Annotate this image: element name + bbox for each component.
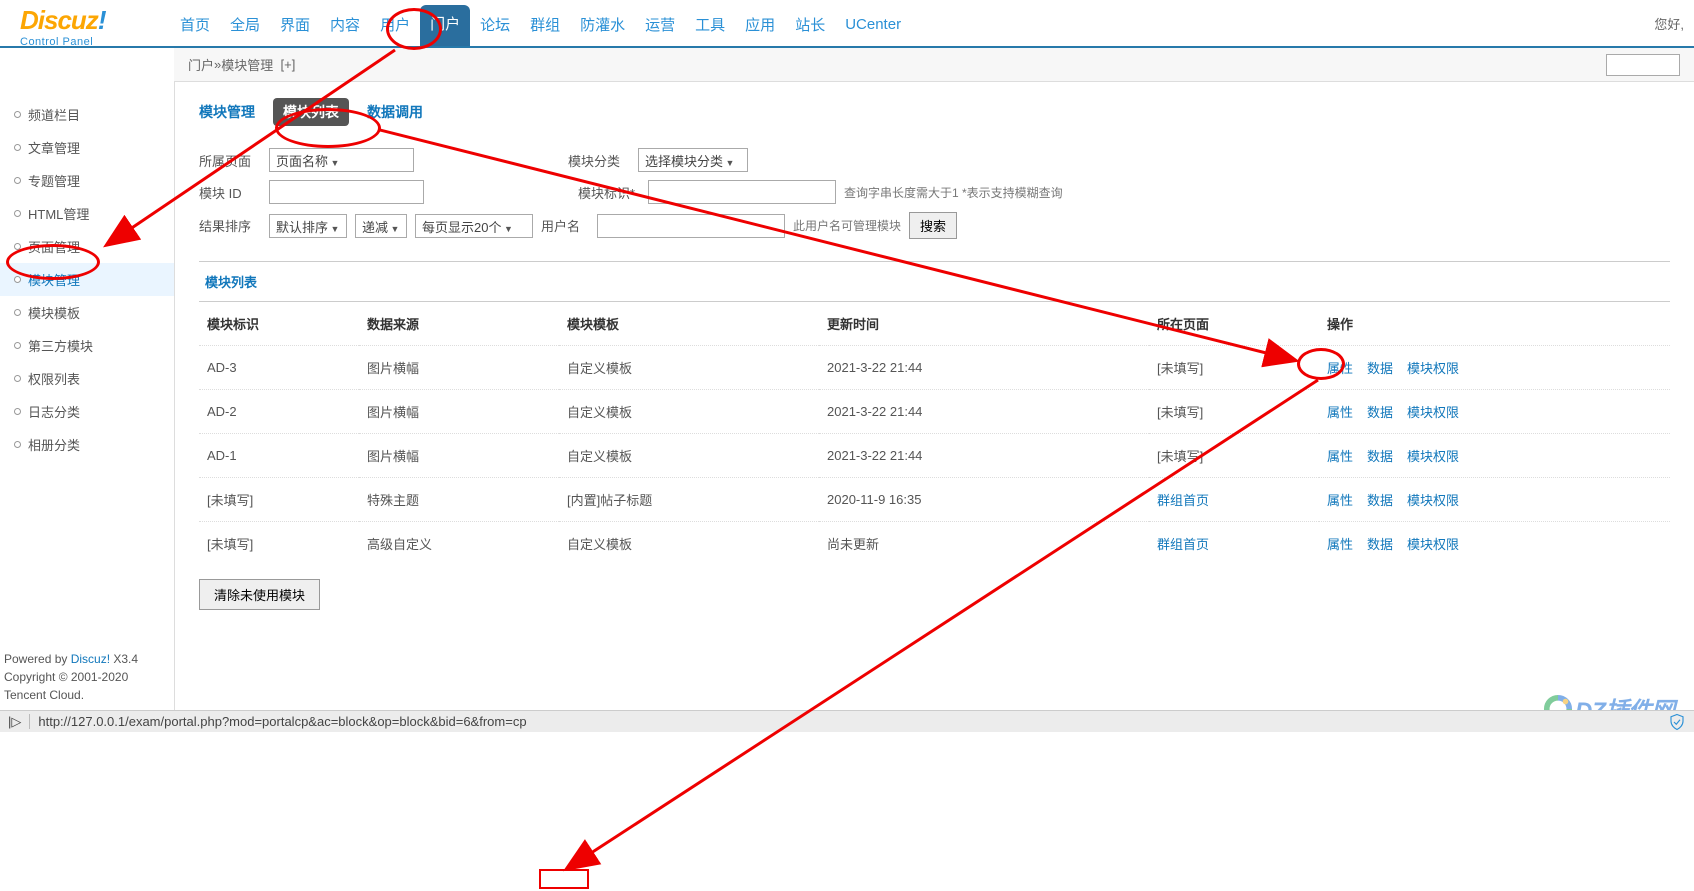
tab-1[interactable]: 模块列表 — [273, 98, 349, 126]
nav-item-0[interactable]: 首页 — [170, 0, 220, 47]
module-tag-input[interactable] — [648, 180, 836, 204]
main-panel: 模块管理模块列表数据调用 所属页面 页面名称 模块分类 选择模块分类 模块 ID… — [174, 82, 1694, 732]
logo-subtitle: Control Panel — [20, 36, 170, 48]
sidebar-item-8[interactable]: 权限列表 — [0, 362, 174, 395]
top-nav: Discuz! Control Panel 首页全局界面内容用户门户论坛群组防灌… — [0, 0, 1694, 48]
filter-sort-label: 结果排序 — [199, 216, 261, 235]
top-search-input[interactable] — [1606, 54, 1680, 76]
op-permission[interactable]: 模块权限 — [1407, 361, 1459, 376]
nav-item-12[interactable]: 站长 — [785, 0, 835, 47]
filter-user-label: 用户名 — [541, 216, 589, 235]
tab-0[interactable]: 模块管理 — [199, 102, 255, 122]
category-select[interactable]: 选择模块分类 — [638, 148, 748, 172]
nav-item-6[interactable]: 论坛 — [470, 0, 520, 47]
footer: Powered by Discuz! X3.4 Copyright © 2001… — [4, 650, 138, 704]
op-properties[interactable]: 属性 — [1327, 493, 1353, 508]
statusbar-arrow-icon: |▷ — [8, 714, 21, 730]
sidebar: 频道栏目文章管理专题管理HTML管理页面管理模块管理模块模板第三方模块权限列表日… — [0, 82, 174, 732]
op-properties[interactable]: 属性 — [1327, 449, 1353, 464]
breadcrumb-plus[interactable]: [+] — [281, 57, 296, 72]
table-row: [未填写]特殊主题[内置]帖子标题2020-11-9 16:35群组首页属性数据… — [199, 478, 1670, 522]
tabs: 模块管理模块列表数据调用 — [199, 98, 1670, 126]
breadcrumb-a[interactable]: 门户 — [188, 55, 214, 74]
table-row: [未填写]高级自定义自定义模板尚未更新群组首页属性数据模块权限 — [199, 522, 1670, 566]
sidebar-item-2[interactable]: 专题管理 — [0, 164, 174, 197]
sidebar-item-0[interactable]: 频道栏目 — [0, 98, 174, 131]
sort-dir-select[interactable]: 递减 — [355, 214, 407, 238]
status-bar: |▷ http://127.0.0.1/exam/portal.php?mod=… — [0, 710, 1694, 732]
table-header: 操作 — [1319, 302, 1670, 346]
op-properties[interactable]: 属性 — [1327, 361, 1353, 376]
table-row: AD-3图片横幅自定义模板2021-3-22 21:44[未填写]属性数据模块权… — [199, 346, 1670, 390]
statusbar-url: http://127.0.0.1/exam/portal.php?mod=por… — [29, 714, 526, 729]
nav-items: 首页全局界面内容用户门户论坛群组防灌水运营工具应用站长UCenter — [170, 0, 911, 47]
op-properties[interactable]: 属性 — [1327, 405, 1353, 420]
nav-item-8[interactable]: 防灌水 — [570, 0, 635, 47]
nav-item-4[interactable]: 用户 — [370, 0, 420, 47]
tag-hint: 查询字串长度需大于1 *表示支持模糊查询 — [844, 184, 1063, 201]
nav-item-3[interactable]: 内容 — [320, 0, 370, 47]
sidebar-item-6[interactable]: 模块模板 — [0, 296, 174, 329]
sidebar-item-10[interactable]: 相册分类 — [0, 428, 174, 461]
nav-item-11[interactable]: 应用 — [735, 0, 785, 47]
sidebar-item-3[interactable]: HTML管理 — [0, 197, 174, 230]
sidebar-item-7[interactable]: 第三方模块 — [0, 329, 174, 362]
filter-page-label: 所属页面 — [199, 151, 261, 170]
table-row: AD-2图片横幅自定义模板2021-3-22 21:44[未填写]属性数据模块权… — [199, 390, 1670, 434]
search-button[interactable]: 搜索 — [909, 212, 957, 239]
op-permission[interactable]: 模块权限 — [1407, 449, 1459, 464]
module-id-input[interactable] — [269, 180, 424, 204]
table-header: 更新时间 — [819, 302, 1149, 346]
shield-icon — [1668, 713, 1686, 731]
module-table: 模块标识数据来源模块模板更新时间所在页面操作 AD-3图片横幅自定义模板2021… — [199, 302, 1670, 565]
op-data[interactable]: 数据 — [1367, 449, 1393, 464]
nav-item-7[interactable]: 群组 — [520, 0, 570, 47]
table-header: 模块标识 — [199, 302, 359, 346]
sidebar-item-4[interactable]: 页面管理 — [0, 230, 174, 263]
sort-select[interactable]: 默认排序 — [269, 214, 347, 238]
op-data[interactable]: 数据 — [1367, 361, 1393, 376]
op-data[interactable]: 数据 — [1367, 405, 1393, 420]
discuz-link[interactable]: Discuz! — [71, 652, 110, 666]
op-data[interactable]: 数据 — [1367, 537, 1393, 552]
sidebar-item-9[interactable]: 日志分类 — [0, 395, 174, 428]
nav-item-5[interactable]: 门户 — [420, 5, 470, 46]
table-row: AD-1图片横幅自定义模板2021-3-22 21:44[未填写]属性数据模块权… — [199, 434, 1670, 478]
op-properties[interactable]: 属性 — [1327, 537, 1353, 552]
op-permission[interactable]: 模块权限 — [1407, 537, 1459, 552]
logo: Discuz! Control Panel — [0, 0, 170, 48]
op-permission[interactable]: 模块权限 — [1407, 405, 1459, 420]
tab-2[interactable]: 数据调用 — [367, 102, 423, 122]
breadcrumb: 门户 » 模块管理 [+] — [174, 48, 1694, 82]
nav-item-1[interactable]: 全局 — [220, 0, 270, 47]
filter-moduleid-label: 模块 ID — [199, 183, 261, 202]
table-header: 所在页面 — [1149, 302, 1319, 346]
op-data[interactable]: 数据 — [1367, 493, 1393, 508]
perpage-select[interactable]: 每页显示20个 — [415, 214, 533, 238]
nav-item-9[interactable]: 运营 — [635, 0, 685, 47]
op-permission[interactable]: 模块权限 — [1407, 493, 1459, 508]
breadcrumb-b: 模块管理 — [221, 55, 273, 74]
filter-moduletag-label: 模块标识* — [578, 183, 640, 202]
greeting: 您好, — [1654, 14, 1694, 33]
nav-item-10[interactable]: 工具 — [685, 0, 735, 47]
sidebar-item-1[interactable]: 文章管理 — [0, 131, 174, 164]
clear-unused-button[interactable]: 清除未使用模块 — [199, 579, 320, 610]
nav-item-13[interactable]: UCenter — [835, 2, 911, 45]
user-input[interactable] — [597, 214, 785, 238]
nav-item-2[interactable]: 界面 — [270, 0, 320, 47]
list-title: 模块列表 — [199, 261, 1670, 302]
filter-category-label: 模块分类 — [568, 151, 630, 170]
page-select[interactable]: 页面名称 — [269, 148, 414, 172]
table-header: 模块模板 — [559, 302, 819, 346]
table-header: 数据来源 — [359, 302, 559, 346]
sidebar-item-5[interactable]: 模块管理 — [0, 263, 174, 296]
user-hint: 此用户名可管理模块 — [793, 217, 901, 234]
